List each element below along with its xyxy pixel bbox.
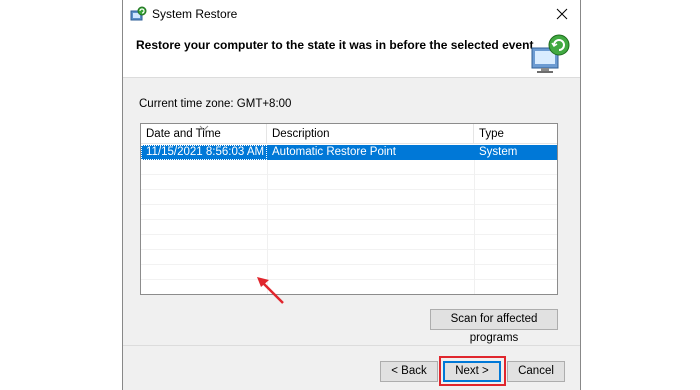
cell-description: Automatic Restore Point: [272, 146, 397, 158]
next-button[interactable]: Next >: [443, 361, 501, 382]
column-header-type-label: Type: [479, 128, 504, 140]
close-button[interactable]: [544, 0, 580, 30]
system-restore-icon: [129, 6, 147, 24]
column-header-date[interactable]: Date and Time: [141, 124, 267, 144]
header-area: Restore your computer to the state it wa…: [123, 30, 580, 78]
scan-affected-programs-button[interactable]: Scan for affected programs: [430, 309, 558, 344]
cell-type: System: [479, 146, 518, 158]
column-header-date-label: Date and Time: [146, 128, 221, 140]
cell-date: 11/15/2021 8:56:03 AM: [141, 145, 267, 160]
column-header-type[interactable]: Type: [474, 124, 557, 144]
timezone-label: Current time zone: GMT+8:00: [139, 98, 292, 110]
cancel-button[interactable]: Cancel: [507, 361, 565, 382]
title-bar: System Restore: [123, 0, 580, 30]
sort-chevron-icon: [199, 119, 209, 131]
close-icon: [556, 8, 568, 23]
list-header: Date and Time Description Type: [141, 124, 557, 144]
back-button[interactable]: < Back: [380, 361, 438, 382]
column-header-description-label: Description: [272, 128, 330, 140]
restore-points-list[interactable]: Date and Time Description Type 11/15/202…: [140, 123, 558, 304]
system-restore-window: System Restore Restore your computer to …: [122, 0, 581, 390]
column-header-description[interactable]: Description: [267, 124, 474, 144]
window-title: System Restore: [152, 7, 238, 21]
list-body: 11/15/2021 8:56:03 AM Automatic Restore …: [141, 145, 557, 294]
page-heading: Restore your computer to the state it wa…: [136, 38, 534, 52]
computer-restore-icon: [528, 32, 572, 76]
footer-divider: [123, 345, 580, 346]
table-row[interactable]: 11/15/2021 8:56:03 AM Automatic Restore …: [141, 145, 557, 160]
